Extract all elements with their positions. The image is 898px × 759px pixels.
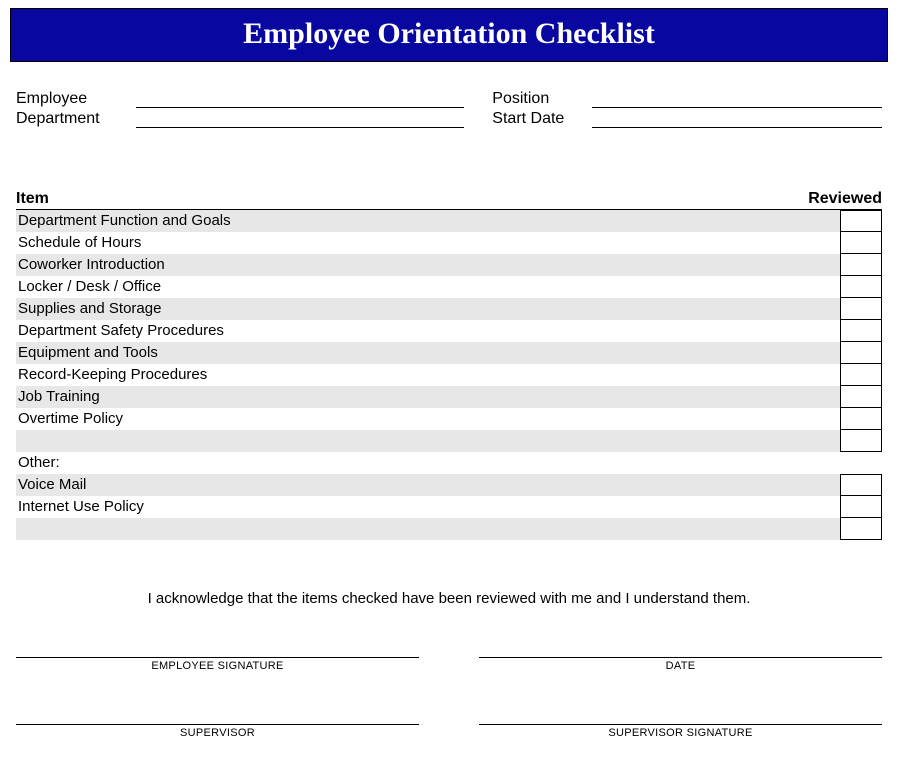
table-row: Equipment and Tools: [16, 342, 882, 364]
col-header-reviewed: Reviewed: [798, 190, 882, 208]
reviewed-checkbox[interactable]: [840, 298, 882, 320]
table-row: Internet Use Policy: [16, 496, 882, 518]
reviewed-checkbox[interactable]: [840, 430, 882, 452]
supervisor-line[interactable]: SUPERVISOR: [16, 724, 419, 739]
item-label: Voice Mail: [16, 474, 840, 496]
item-label: Supplies and Storage: [16, 298, 840, 320]
signature-row-2: SUPERVISOR SUPERVISOR SIGNATURE: [10, 724, 888, 739]
reviewed-checkbox[interactable]: [840, 320, 882, 342]
employee-signature-label: EMPLOYEE SIGNATURE: [151, 660, 283, 672]
reviewed-checkbox[interactable]: [840, 232, 882, 254]
reviewed-checkbox[interactable]: [840, 254, 882, 276]
col-header-item: Item: [16, 190, 798, 208]
title-bar: Employee Orientation Checklist: [10, 8, 888, 62]
item-label: Coworker Introduction: [16, 254, 840, 276]
reviewed-checkbox[interactable]: [840, 386, 882, 408]
department-label: Department: [16, 110, 136, 128]
table-row: Job Training: [16, 386, 882, 408]
table-row: [16, 518, 882, 540]
employee-signature-line[interactable]: EMPLOYEE SIGNATURE: [16, 657, 419, 672]
reviewed-checkbox[interactable]: [840, 364, 882, 386]
date-label: DATE: [666, 660, 696, 672]
employee-field-line[interactable]: [136, 90, 464, 108]
reviewed-checkbox[interactable]: [840, 518, 882, 540]
position-label: Position: [492, 90, 592, 108]
document-page: Employee Orientation Checklist Employee …: [0, 0, 898, 759]
reviewed-checkbox[interactable]: [840, 342, 882, 364]
table-row: Record-Keeping Procedures: [16, 364, 882, 386]
item-label: Schedule of Hours: [16, 232, 840, 254]
table-row: Overtime Policy: [16, 408, 882, 430]
checklist-table: Item Reviewed Department Function and Go…: [10, 190, 888, 540]
start-date-field-line[interactable]: [592, 110, 882, 128]
table-row: Coworker Introduction: [16, 254, 882, 276]
page-title: Employee Orientation Checklist: [243, 17, 655, 50]
supervisor-signature-line[interactable]: SUPERVISOR SIGNATURE: [479, 724, 882, 739]
supervisor-signature-label: SUPERVISOR SIGNATURE: [608, 727, 752, 739]
item-label: Locker / Desk / Office: [16, 276, 840, 298]
item-label: Equipment and Tools: [16, 342, 840, 364]
info-row-1: Employee Position: [10, 90, 888, 108]
reviewed-checkbox: [840, 452, 882, 474]
item-label: Department Function and Goals: [16, 210, 840, 232]
table-row: Supplies and Storage: [16, 298, 882, 320]
reviewed-checkbox[interactable]: [840, 210, 882, 232]
item-label: [16, 518, 840, 540]
position-field-line[interactable]: [592, 90, 882, 108]
item-label: Department Safety Procedures: [16, 320, 840, 342]
reviewed-checkbox[interactable]: [840, 496, 882, 518]
date-line[interactable]: DATE: [479, 657, 882, 672]
supervisor-label: SUPERVISOR: [180, 727, 255, 739]
table-row: Schedule of Hours: [16, 232, 882, 254]
start-date-label: Start Date: [492, 110, 592, 128]
item-label: Overtime Policy: [16, 408, 840, 430]
item-label: Job Training: [16, 386, 840, 408]
table-row: [16, 430, 882, 452]
reviewed-checkbox[interactable]: [840, 474, 882, 496]
table-row: Voice Mail: [16, 474, 882, 496]
employee-label: Employee: [16, 90, 136, 108]
table-row: Other:: [16, 452, 882, 474]
item-label: Record-Keeping Procedures: [16, 364, 840, 386]
reviewed-checkbox[interactable]: [840, 408, 882, 430]
table-row: Locker / Desk / Office: [16, 276, 882, 298]
item-label: Internet Use Policy: [16, 496, 840, 518]
item-label: [16, 430, 840, 452]
table-row: Department Safety Procedures: [16, 320, 882, 342]
table-row: Department Function and Goals: [16, 210, 882, 232]
department-field-line[interactable]: [136, 110, 464, 128]
item-label: Other:: [16, 452, 840, 474]
info-row-2: Department Start Date: [10, 110, 888, 128]
signature-row-1: EMPLOYEE SIGNATURE DATE: [10, 657, 888, 672]
acknowledgment-text: I acknowledge that the items checked hav…: [10, 590, 888, 607]
table-header: Item Reviewed: [16, 190, 882, 210]
reviewed-checkbox[interactable]: [840, 276, 882, 298]
